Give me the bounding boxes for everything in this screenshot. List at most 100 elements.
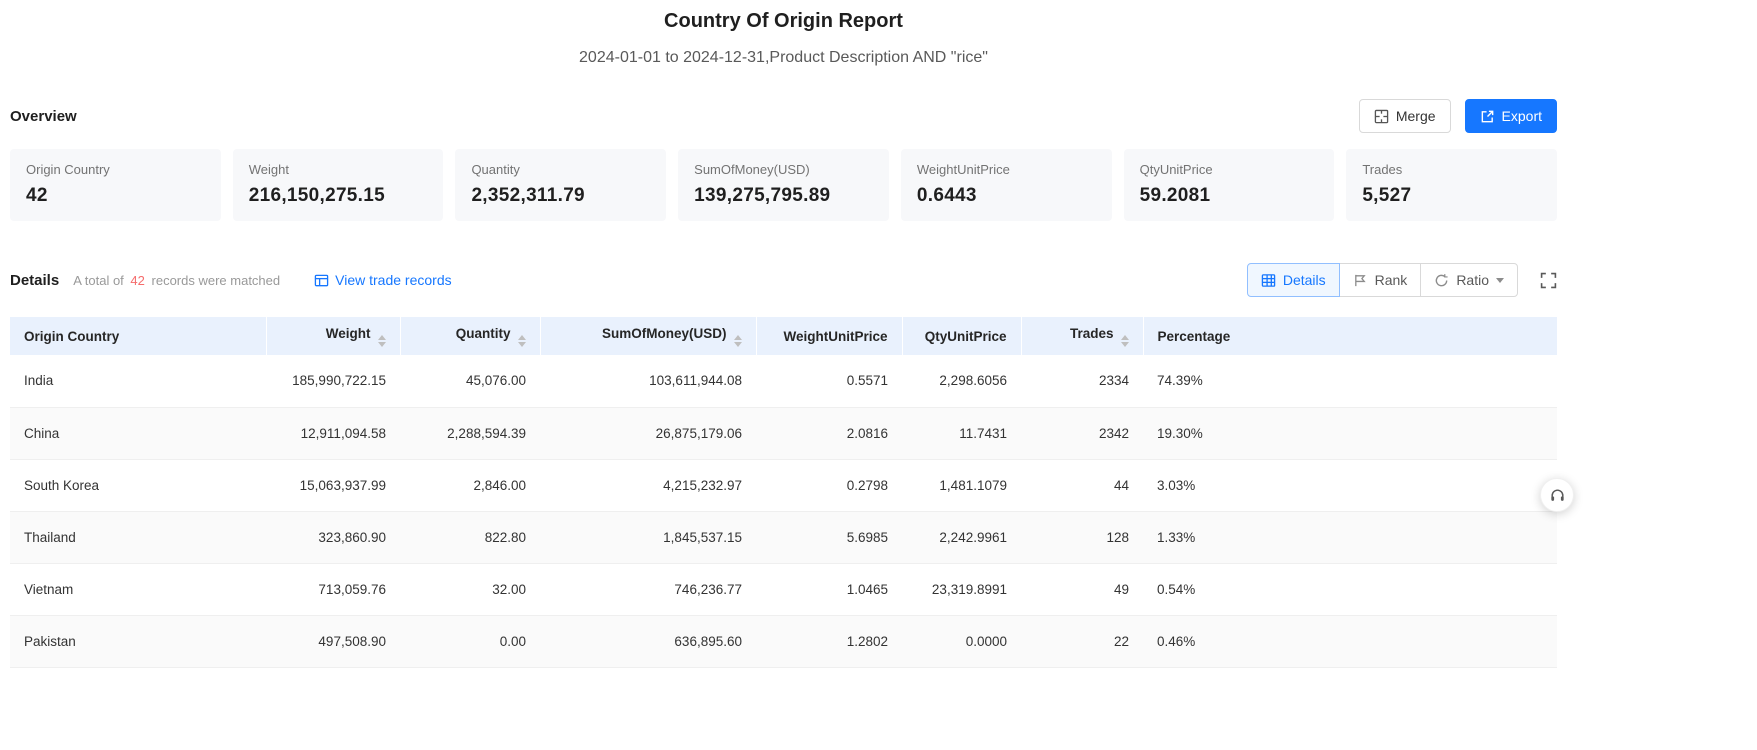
cell-percentage: 74.39% <box>1143 355 1557 408</box>
cell-percentage: 19.30% <box>1143 407 1557 460</box>
stat-card-value: 42 <box>26 185 48 206</box>
column-header-weight[interactable]: Weight <box>266 317 401 355</box>
column-header-sumofmoney-usd-[interactable]: SumOfMoney(USD) <box>540 317 757 355</box>
cell-weight: 713,059.76 <box>266 563 400 616</box>
sort-icon[interactable] <box>377 334 386 347</box>
details-table: Origin Country Weight Quantity SumOfMoney(U… <box>10 317 1557 668</box>
tab-details-label: Details <box>1282 272 1326 288</box>
cell-trades: 22 <box>1021 615 1143 668</box>
cell-percentage: 0.46% <box>1143 615 1557 668</box>
sort-icon[interactable] <box>1120 334 1129 347</box>
view-trade-records-label: View trade records <box>335 272 452 288</box>
column-header-origin-country: Origin Country <box>10 317 267 355</box>
cell-weightunitprice: 0.5571 <box>756 355 902 408</box>
sort-icon[interactable] <box>733 334 742 347</box>
stat-card-value: 5,527 <box>1362 185 1412 206</box>
stat-card-label: WeightUnitPrice <box>916 162 1010 177</box>
column-header-label: Percentage <box>1157 328 1231 344</box>
table-row: India 185,990,722.15 45,076.00 103,611,944.… <box>10 355 1557 408</box>
cell-weight: 497,508.90 <box>266 615 400 668</box>
column-header-qtyunitprice: QtyUnitPrice <box>902 317 1022 355</box>
stat-card: Trades 5,527 <box>1346 149 1558 221</box>
stat-card: Quantity 2,352,311.79 <box>455 149 667 221</box>
rank-icon <box>1353 273 1368 288</box>
report-page: Country Of Origin Report 2024-01-01 to 2… <box>0 0 1567 668</box>
table-row: Vietnam 713,059.76 32.00 746,236.77 1.0465 23… <box>10 563 1557 616</box>
cell-origin-country: Vietnam <box>10 563 266 616</box>
cell-percentage: 3.03% <box>1143 459 1557 512</box>
page-subtitle: 2024-01-01 to 2024-12-31,Product Descrip… <box>579 49 988 66</box>
stat-card-value: 2,352,311.79 <box>471 185 585 206</box>
column-header-label: Origin Country <box>24 328 120 344</box>
column-header-label: Weight <box>325 325 371 341</box>
fullscreen-button[interactable] <box>1540 272 1557 289</box>
sort-icon[interactable] <box>517 334 526 347</box>
cell-trades: 44 <box>1021 459 1143 512</box>
stat-card: Weight 216,150,275.15 <box>232 149 444 221</box>
match-suffix: records were matched <box>151 272 281 288</box>
stat-card-value: 216,150,275.15 <box>248 185 385 206</box>
view-mode-group: Details Rank Ratio <box>1246 263 1518 297</box>
page-title: Country Of Origin Report <box>664 10 903 32</box>
cell-origin-country: Thailand <box>10 511 266 564</box>
match-summary: A total of 42 records were matched <box>73 273 280 288</box>
merge-button[interactable]: Merge <box>1358 99 1451 133</box>
cell-trades: 2334 <box>1021 355 1143 408</box>
stat-card-label: QtyUnitPrice <box>1139 162 1213 177</box>
table-header-row: Origin Country Weight Quantity SumOfMoney(U… <box>10 317 1557 355</box>
stat-card-value: 0.6443 <box>916 185 977 206</box>
cell-percentage: 0.54% <box>1143 563 1557 616</box>
cell-weightunitprice: 2.0816 <box>756 407 902 460</box>
stat-card-value: 59.2081 <box>1139 185 1211 206</box>
export-icon <box>1480 109 1495 124</box>
tab-details[interactable]: Details <box>1246 263 1340 297</box>
stat-card-label: Origin Country <box>26 162 110 177</box>
tab-ratio[interactable]: Ratio <box>1420 263 1518 297</box>
table-row: Pakistan 497,508.90 0.00 636,895.60 1.2802 0.… <box>10 615 1557 668</box>
match-count: 42 <box>130 272 145 288</box>
column-header-label: Trades <box>1069 325 1114 341</box>
support-button[interactable] <box>1540 478 1574 512</box>
cell-weight: 323,860.90 <box>266 511 400 564</box>
table-body: India 185,990,722.15 45,076.00 103,611,944.… <box>10 355 1557 668</box>
merge-button-label: Merge <box>1395 108 1436 124</box>
cell-trades: 2342 <box>1021 407 1143 460</box>
overview-header-row: Overview Merge Export <box>10 99 1557 133</box>
cell-qtyunitprice: 1,481.1079 <box>902 459 1021 512</box>
cell-origin-country: Pakistan <box>10 615 266 668</box>
fullscreen-icon <box>1540 272 1557 289</box>
cell-quantity: 0.00 <box>400 615 540 668</box>
stat-card-label: SumOfMoney(USD) <box>694 162 810 177</box>
column-header-quantity[interactable]: Quantity <box>400 317 541 355</box>
cell-weight: 12,911,094.58 <box>266 407 400 460</box>
export-button-label: Export <box>1501 108 1542 124</box>
cell-quantity: 2,288,594.39 <box>400 407 540 460</box>
column-header-trades[interactable]: Trades <box>1021 317 1144 355</box>
column-header-label: SumOfMoney(USD) <box>602 325 727 341</box>
cell-qtyunitprice: 11.7431 <box>902 407 1021 460</box>
details-header-row: Details A total of 42 records were match… <box>10 263 1557 297</box>
cell-weight: 185,990,722.15 <box>266 355 400 408</box>
cell-weightunitprice: 5.6985 <box>756 511 902 564</box>
headset-icon <box>1549 487 1566 504</box>
column-header-weightunitprice: WeightUnitPrice <box>756 317 903 355</box>
tab-ratio-label: Ratio <box>1456 272 1489 288</box>
ratio-icon <box>1434 273 1449 288</box>
cell-weightunitprice: 0.2798 <box>756 459 902 512</box>
stat-card: SumOfMoney(USD) 139,275,795.89 <box>678 149 889 221</box>
cell-qtyunitprice: 0.0000 <box>902 615 1021 668</box>
stat-card-value: 139,275,795.89 <box>694 185 831 206</box>
stat-card-label: Weight <box>248 162 289 177</box>
cell-sumofmoney-usd-: 1,845,537.15 <box>540 511 756 564</box>
column-header-label: Quantity <box>455 325 511 341</box>
table-row: Thailand 323,860.90 822.80 1,845,537.15 5.69… <box>10 511 1557 564</box>
match-prefix: A total of <box>73 272 124 288</box>
export-button[interactable]: Export <box>1464 99 1557 133</box>
view-trade-records-link[interactable]: View trade records <box>314 272 452 288</box>
tab-rank-label: Rank <box>1374 272 1408 288</box>
table-row: China 12,911,094.58 2,288,594.39 26,875,179… <box>10 407 1557 460</box>
stat-card: Origin Country 42 <box>10 149 221 221</box>
table-row: South Korea 15,063,937.99 2,846.00 4,215,23… <box>10 459 1557 512</box>
tab-rank[interactable]: Rank <box>1338 263 1422 297</box>
merge-icon <box>1374 109 1389 124</box>
